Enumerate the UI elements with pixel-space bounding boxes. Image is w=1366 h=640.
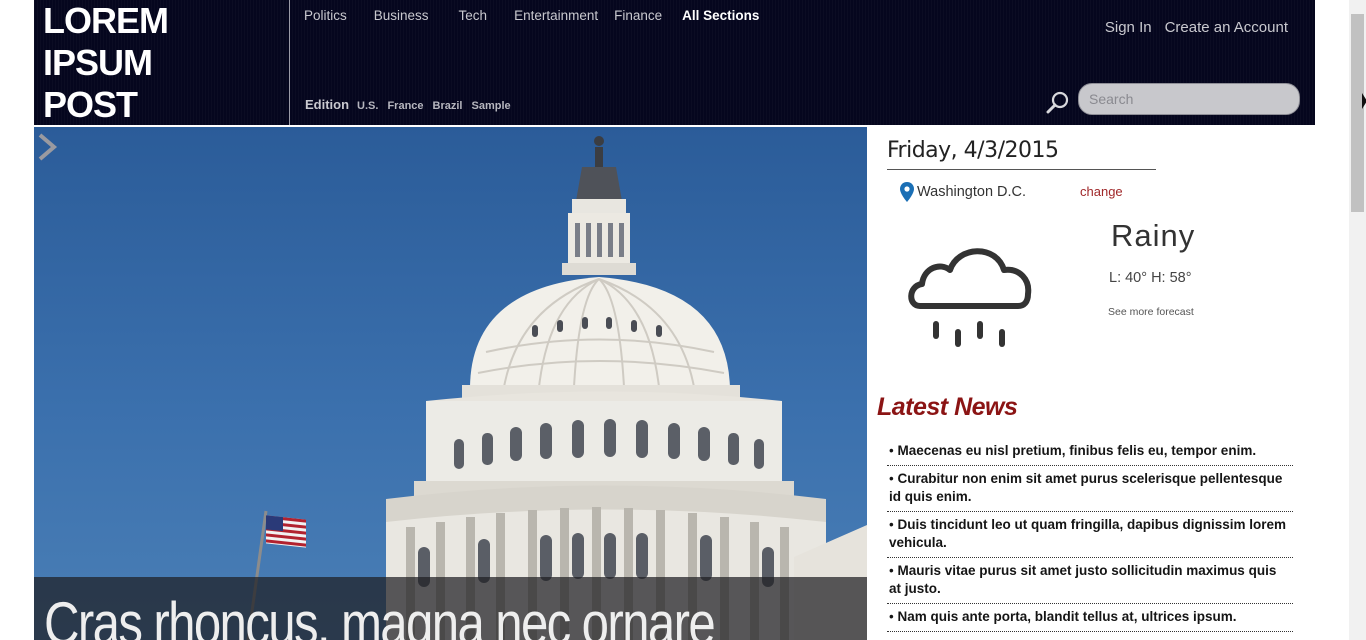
edition-item-us[interactable]: U.S. bbox=[357, 100, 378, 112]
news-item[interactable]: Mauris vitae purus sit amet justo sollic… bbox=[887, 558, 1293, 604]
edition-item-sample[interactable]: Sample bbox=[472, 100, 511, 112]
edition-label: Edition bbox=[305, 97, 350, 112]
nav-item-entertainment[interactable]: Entertainment bbox=[514, 8, 598, 23]
chevron-right-icon[interactable] bbox=[34, 127, 60, 167]
nav-item-finance[interactable]: Finance bbox=[614, 8, 662, 23]
latest-news-heading: Latest News bbox=[877, 393, 1018, 421]
news-item[interactable]: Curabitur non enim sit amet purus sceler… bbox=[887, 466, 1293, 512]
news-item[interactable]: Maecenas eu nisl pretium, finibus felis … bbox=[887, 438, 1293, 466]
current-date: Friday, 4/3/2015 bbox=[887, 138, 1059, 163]
account-links: Sign In Create an Account bbox=[1092, 19, 1288, 36]
weather-condition: Rainy bbox=[1111, 218, 1196, 253]
logo-line: POST bbox=[43, 84, 138, 125]
edition-item-brazil[interactable]: Brazil bbox=[433, 100, 463, 112]
sign-in-link[interactable]: Sign In bbox=[1105, 19, 1152, 36]
create-account-link[interactable]: Create an Account bbox=[1165, 19, 1288, 36]
capitol-dome-image bbox=[246, 136, 867, 640]
logo-line: LOREM bbox=[43, 0, 169, 41]
latest-news-list: Maecenas eu nisl pretium, finibus felis … bbox=[887, 438, 1293, 632]
news-item[interactable]: Duis tincidunt leo ut quam fringilla, da… bbox=[887, 512, 1293, 558]
search-icon[interactable] bbox=[1046, 90, 1070, 114]
nav-item-business[interactable]: Business bbox=[374, 8, 429, 23]
site-header: LOREM IPSUM POST Politics Business Tech … bbox=[34, 0, 1315, 125]
nav-item-tech[interactable]: Tech bbox=[459, 8, 488, 23]
logo-line: IPSUM bbox=[43, 42, 153, 83]
site-logo[interactable]: LOREM IPSUM POST bbox=[34, 0, 290, 125]
weather-location: Washington D.C. bbox=[917, 184, 1027, 200]
location-pin-icon bbox=[900, 182, 914, 202]
edition-item-france[interactable]: France bbox=[387, 100, 423, 112]
hero-image[interactable]: Cras rhoncus, magna nec ornare bbox=[34, 127, 867, 640]
see-more-forecast-link[interactable]: See more forecast bbox=[1108, 306, 1194, 318]
weather-temperatures: L: 40° H: 58° bbox=[1109, 270, 1192, 286]
search-input[interactable] bbox=[1078, 83, 1300, 115]
news-item[interactable]: Nam quis ante porta, blandit tellus at, … bbox=[887, 604, 1293, 632]
nav-item-politics[interactable]: Politics bbox=[304, 8, 347, 23]
change-location-link[interactable]: change bbox=[1080, 184, 1123, 199]
scrollbar-thumb[interactable] bbox=[1351, 14, 1364, 212]
divider bbox=[887, 169, 1156, 170]
mouse-cursor-icon bbox=[1362, 93, 1366, 109]
edition-selector: Edition U.S. France Brazil Sample bbox=[305, 97, 520, 112]
nav-item-all-sections[interactable]: All Sections bbox=[682, 8, 759, 23]
hero-headline[interactable]: Cras rhoncus, magna nec ornare bbox=[44, 589, 716, 640]
main-nav: Politics Business Tech Entertainment Fin… bbox=[304, 8, 786, 23]
rain-cloud-icon bbox=[908, 248, 1032, 347]
